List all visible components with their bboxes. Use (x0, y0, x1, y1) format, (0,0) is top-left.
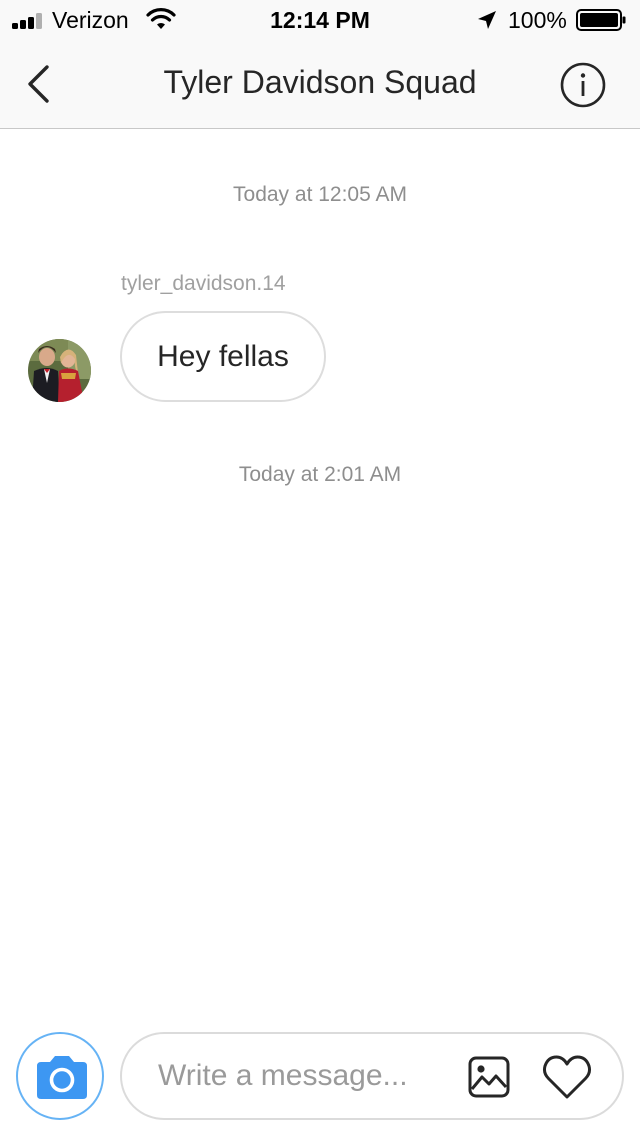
info-button[interactable] (560, 62, 606, 108)
message-timestamp: Today at 2:01 AM (238, 463, 402, 486)
message-bubble[interactable]: Hey fellas (120, 311, 326, 402)
image-gallery-icon[interactable] (468, 1056, 510, 1098)
sender-avatar[interactable] (28, 339, 91, 402)
camera-icon (37, 1056, 87, 1099)
status-bar: Verizon 12:14 PM 100% (0, 0, 640, 40)
direct-message-screen: Verizon 12:14 PM 100% Tyler Davidson Squ… (0, 0, 640, 1136)
sender-username: tyler_davidson.14 (121, 272, 286, 295)
message-timestamp: Today at 12:05 AM (233, 183, 407, 206)
heart-icon[interactable] (542, 1054, 592, 1100)
battery-percentage: 100% (508, 7, 567, 33)
location-arrow-icon (478, 11, 496, 29)
camera-button[interactable] (16, 1032, 104, 1120)
battery-icon (576, 9, 626, 31)
conversation-title[interactable]: Tyler Davidson Squad (0, 64, 640, 101)
message-text: Hey fellas (157, 339, 289, 373)
message-composer (120, 1032, 624, 1120)
message-input[interactable] (158, 1054, 448, 1098)
conversation-header: Tyler Davidson Squad (0, 40, 640, 129)
